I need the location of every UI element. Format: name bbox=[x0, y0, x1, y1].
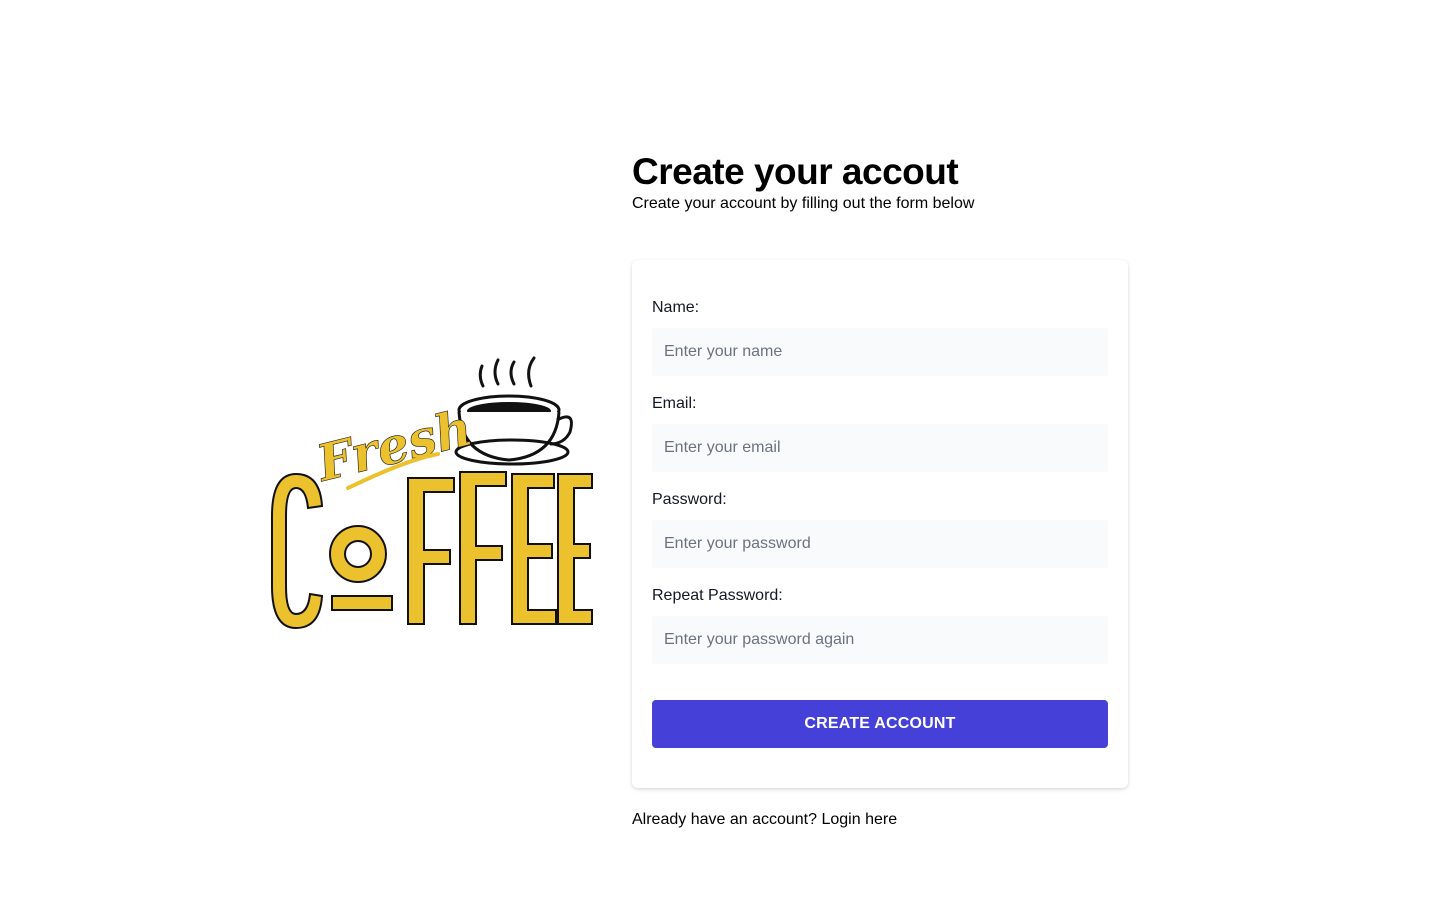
name-input[interactable] bbox=[652, 328, 1108, 376]
page-header: Create your accout Create your account b… bbox=[632, 150, 1128, 214]
repeat-password-input[interactable] bbox=[652, 616, 1108, 664]
page-title: Create your accout bbox=[632, 151, 959, 192]
repeat-password-label: Repeat Password: bbox=[652, 587, 783, 604]
fresh-coffee-logo: Fresh bbox=[266, 348, 598, 634]
signup-page: Fresh Create your accout Create your acc… bbox=[0, 0, 1440, 900]
signup-form: Name: Email: Password: Repeat Password: … bbox=[632, 260, 1128, 788]
login-prompt-text: Already have an account? bbox=[632, 811, 818, 828]
password-field-group: Password: bbox=[652, 490, 1108, 568]
coffee-cup-icon: Fresh bbox=[271, 356, 593, 630]
email-field-group: Email: bbox=[652, 394, 1108, 472]
name-field-group: Name: bbox=[652, 298, 1108, 376]
repeat-password-field-group: Repeat Password: bbox=[652, 586, 1108, 664]
password-input[interactable] bbox=[652, 520, 1108, 568]
create-account-button[interactable]: CREATE ACCOUNT bbox=[652, 700, 1108, 748]
page-subtitle: Create your account by filling out the f… bbox=[632, 195, 975, 212]
email-input[interactable] bbox=[652, 424, 1108, 472]
name-label: Name: bbox=[652, 299, 700, 316]
login-prompt: Already have an account? Login here bbox=[632, 810, 897, 830]
password-label: Password: bbox=[652, 491, 727, 508]
login-link[interactable]: Login here bbox=[821, 811, 897, 828]
email-label: Email: bbox=[652, 395, 697, 412]
